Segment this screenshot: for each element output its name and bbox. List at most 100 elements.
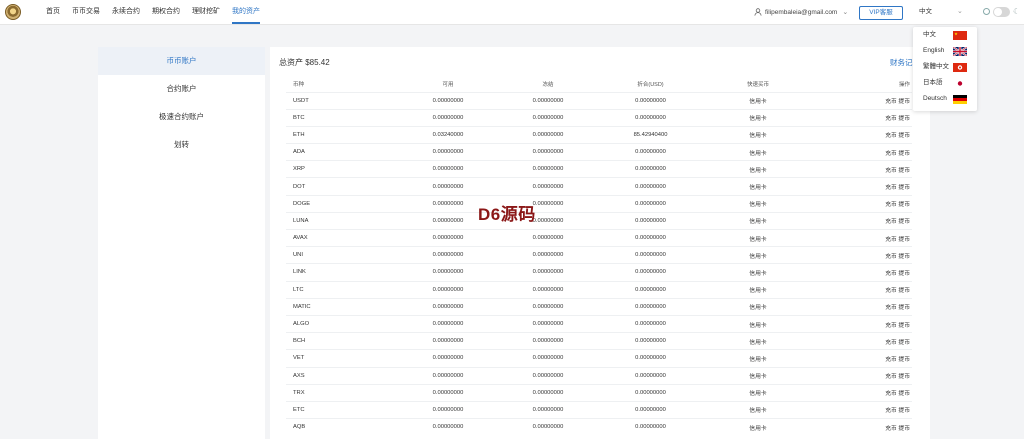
deposit-withdraw-actions[interactable]: 充币 提币 [813,366,912,385]
buy-credit-card-link[interactable]: 信用卡 [703,211,813,230]
nav-item-0[interactable]: 首页 [46,0,60,24]
nav-item-4[interactable]: 理财挖矿 [192,0,220,24]
frozen-amount: 0.00000000 [498,383,598,402]
nav-item-5[interactable]: 我的资产 [232,0,260,24]
account-sidebar: 币币账户 合约账户 极速合约账户 划转 [98,47,265,439]
frozen-amount: 0.00000000 [498,160,598,178]
table-row: MATIC 0.00000000 0.00000000 0.00000000 信用卡 充币… [286,297,912,316]
language-option[interactable]: 中文 [913,27,977,43]
deposit-withdraw-actions[interactable]: 充币 提币 [813,349,912,367]
frozen-amount: 0.00000000 [498,349,598,367]
logo-icon[interactable] [5,4,21,20]
buy-credit-card-link[interactable]: 信用卡 [703,332,813,350]
buy-credit-card-link[interactable]: 信用卡 [703,91,813,110]
language-option[interactable]: English [913,43,977,59]
language-option[interactable]: Deutsch [913,91,977,107]
theme-toggle[interactable] [993,7,1010,17]
coin-symbol: MATIC [286,297,398,316]
available-amount: 0.00000000 [398,177,498,196]
deposit-withdraw-actions[interactable]: 充币 提币 [813,297,912,316]
buy-credit-card-link[interactable]: 信用卡 [703,418,813,436]
buy-credit-card-link[interactable]: 信用卡 [703,228,813,247]
buy-credit-card-link[interactable]: 信用卡 [703,366,813,385]
table-row: UNI 0.00000000 0.00000000 0.00000000 信用卡 充币 提… [286,246,912,264]
frozen-amount: 0.00000000 [498,143,598,161]
available-amount: 0.00000000 [398,143,498,161]
sidebar-item-1[interactable]: 合约账户 [98,75,265,103]
sidebar-item-2[interactable]: 极速合约账户 [98,103,265,131]
frozen-amount: 0.00000000 [498,400,598,419]
nav-item-3[interactable]: 期权合约 [152,0,180,24]
sidebar-item-0[interactable]: 币币账户 [98,47,265,75]
table-row: LTC 0.00000000 0.00000000 0.00000000 信用卡 充币 提… [286,280,912,299]
financial-records-link[interactable]: 财务记 [890,57,913,68]
deposit-withdraw-actions[interactable]: 充币 提币 [813,160,912,178]
buy-credit-card-link[interactable]: 信用卡 [703,143,813,161]
buy-credit-card-link[interactable]: 信用卡 [703,280,813,299]
deposit-withdraw-actions[interactable]: 充币 提币 [813,228,912,247]
buy-credit-card-link[interactable]: 信用卡 [703,246,813,264]
buy-credit-card-link[interactable]: 信用卡 [703,177,813,196]
nav-item-1[interactable]: 币币交易 [72,0,100,24]
buy-credit-card-link[interactable]: 信用卡 [703,297,813,316]
table-row: AXS 0.00000000 0.00000000 0.00000000 信用卡 充币 提… [286,366,912,385]
usd-value: 0.00000000 [598,280,703,299]
deposit-withdraw-actions[interactable]: 充币 提币 [813,332,912,350]
buy-credit-card-link[interactable]: 信用卡 [703,383,813,402]
deposit-withdraw-actions[interactable]: 充币 提币 [813,143,912,161]
sidebar-item-3[interactable]: 划转 [98,131,265,159]
language-label: Deutsch [923,95,947,102]
deposit-withdraw-actions[interactable]: 充币 提币 [813,400,912,419]
table-row: TRX 0.00000000 0.00000000 0.00000000 信用卡 充币 提… [286,383,912,402]
buy-credit-card-link[interactable]: 信用卡 [703,125,813,144]
buy-credit-card-link[interactable]: 信用卡 [703,400,813,419]
available-amount: 0.00000000 [398,383,498,402]
vip-support-button[interactable]: VIP客服 [859,6,903,20]
nav-item-2[interactable]: 永续合约 [112,0,140,24]
frozen-amount: 0.00000000 [498,314,598,333]
column-header: 折合(USD) [637,82,664,89]
table-row: LUNA 0.00000000 0.00000000 0.00000000 信用卡 充币 … [286,211,912,230]
sun-icon [983,8,990,15]
language-option[interactable]: 繁體中文 [913,59,977,75]
table-row: USDT 0.00000000 0.00000000 0.00000000 信用卡 充币 … [286,91,912,110]
language-selector[interactable]: 中文 [919,0,932,24]
buy-credit-card-link[interactable]: 信用卡 [703,349,813,367]
table-row: LINK 0.00000000 0.00000000 0.00000000 信用卡 充币 … [286,263,912,282]
table-row: ETC 0.00000000 0.00000000 0.00000000 信用卡 充币 提… [286,400,912,419]
deposit-withdraw-actions[interactable]: 充币 提币 [813,108,912,127]
buy-credit-card-link[interactable]: 信用卡 [703,263,813,282]
buy-credit-card-link[interactable]: 信用卡 [703,194,813,213]
chevron-down-icon: ⌄ [842,9,849,16]
top-navbar: 首页 币币交易 永续合约 期权合约 理财挖矿 我的资产 filipembaleia@gma… [0,0,1024,25]
deposit-withdraw-actions[interactable]: 充币 提币 [813,246,912,264]
japan-flag-icon [953,79,967,88]
user-menu[interactable]: filipembaleia@gmail.com ⌄ [754,0,848,24]
usd-value: 0.00000000 [598,91,703,110]
deposit-withdraw-actions[interactable]: 充币 提币 [813,91,912,110]
hongkong-flag-icon [953,63,967,72]
coin-symbol: XRP [286,160,398,178]
buy-credit-card-link[interactable]: 信用卡 [703,160,813,178]
available-amount: 0.00000000 [398,263,498,282]
deposit-withdraw-actions[interactable]: 充币 提币 [813,314,912,333]
buy-credit-card-link[interactable]: 信用卡 [703,108,813,127]
language-option[interactable]: 日本語 [913,75,977,91]
buy-credit-card-link[interactable]: 信用卡 [703,314,813,333]
deposit-withdraw-actions[interactable]: 充币 提币 [813,125,912,144]
frozen-amount: 0.00000000 [498,108,598,127]
deposit-withdraw-actions[interactable]: 充币 提币 [813,383,912,402]
coin-symbol: AXS [286,366,398,385]
deposit-withdraw-actions[interactable]: 充币 提币 [813,280,912,299]
usd-value: 0.00000000 [598,314,703,333]
deposit-withdraw-actions[interactable]: 充币 提币 [813,211,912,230]
frozen-amount: 0.00000000 [498,246,598,264]
table-row: AQB 0.00000000 0.00000000 0.00000000 信用卡 充币 提… [286,418,912,436]
coin-symbol: LINK [286,263,398,282]
deposit-withdraw-actions[interactable]: 充币 提币 [813,194,912,213]
available-amount: 0.00000000 [398,160,498,178]
usd-value: 0.00000000 [598,211,703,230]
deposit-withdraw-actions[interactable]: 充币 提币 [813,177,912,196]
deposit-withdraw-actions[interactable]: 充币 提币 [813,418,912,436]
deposit-withdraw-actions[interactable]: 充币 提币 [813,263,912,282]
